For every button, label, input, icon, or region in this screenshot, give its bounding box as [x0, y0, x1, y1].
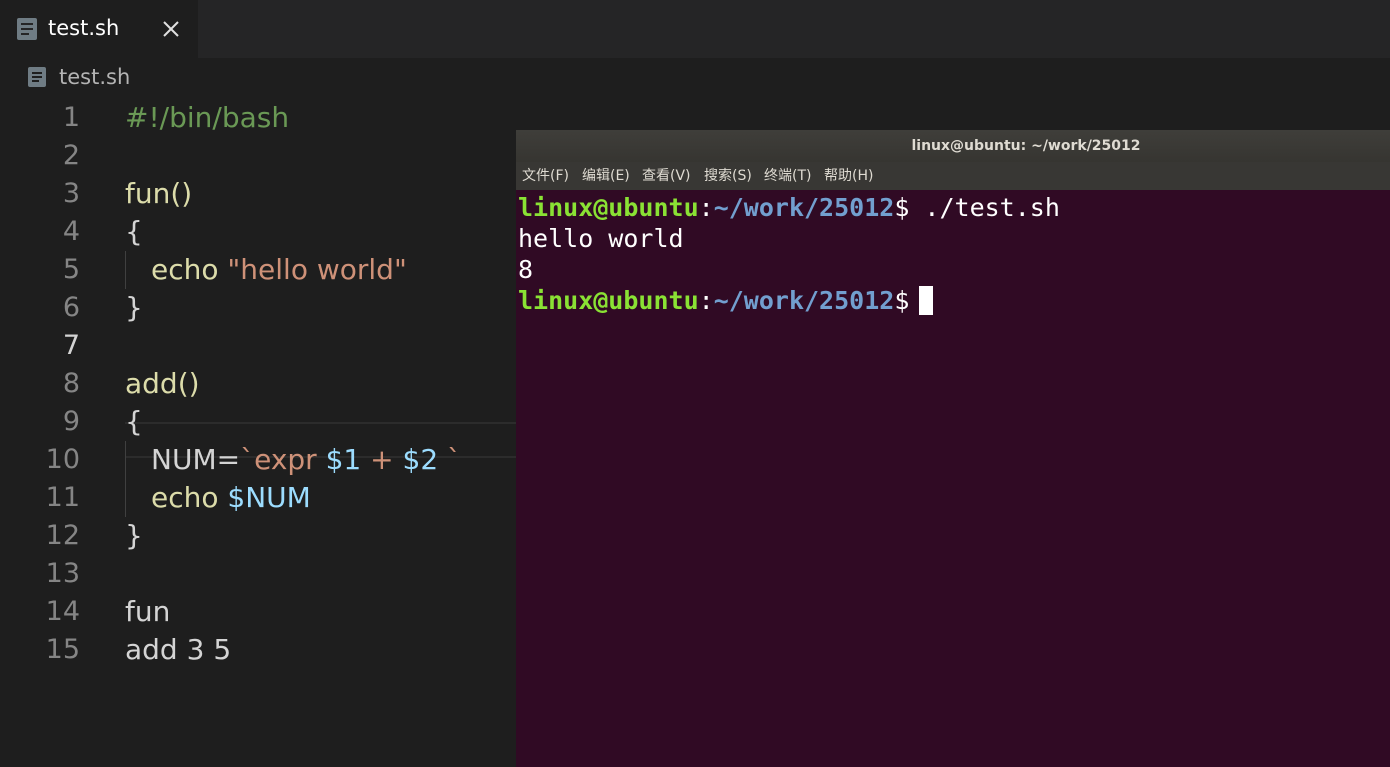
terminal-cursor: [919, 286, 934, 315]
breadcrumb-label[interactable]: test.sh: [59, 63, 130, 91]
prompt-line: linux@ubuntu:~/work/25012$: [518, 285, 934, 316]
code-line-6: }: [125, 289, 143, 327]
output-line: 8: [518, 255, 534, 284]
prompt-separator: :: [698, 193, 714, 222]
line-number: 6: [62, 292, 80, 323]
shebang-comment: #!/bin/bash: [125, 101, 290, 134]
prompt-user: linux@ubuntu: [518, 286, 699, 315]
prompt-line: linux@ubuntu:~/work/25012$ ./test.sh: [518, 192, 1060, 223]
code-line-3: fun(): [125, 175, 192, 213]
brace: }: [125, 519, 143, 552]
line-number: 9: [62, 406, 80, 437]
terminal-window[interactable]: linux@ubuntu: ~/work/25012 文件(F) 编辑(E) 查…: [516, 130, 1390, 767]
menu-terminal[interactable]: 终端(T): [764, 166, 811, 186]
prompt-path: ~/work/25012: [713, 193, 895, 222]
variable: $NUM: [227, 481, 311, 514]
line-number: 2: [62, 140, 80, 171]
close-icon[interactable]: [158, 16, 184, 42]
keyword: echo: [151, 481, 219, 514]
function-name: fun(): [125, 177, 193, 210]
line-number: 8: [62, 368, 80, 399]
code-line-9: {: [125, 403, 143, 441]
variable: $1: [325, 443, 362, 476]
terminal-title: linux@ubuntu: ~/work/25012: [911, 138, 1141, 154]
brace: }: [125, 291, 143, 324]
command: expr: [254, 443, 317, 476]
terminal-menubar: 文件(F) 编辑(E) 查看(V) 搜索(S) 终端(T) 帮助(H): [516, 162, 1390, 190]
line-number: 12: [45, 520, 80, 551]
code-line-14: fun: [125, 593, 170, 631]
operator: +: [370, 443, 394, 476]
prompt-user: linux@ubuntu: [518, 193, 699, 222]
menu-view[interactable]: 查看(V): [642, 166, 691, 186]
line-number: 4: [62, 216, 80, 247]
code-line-10: NUM=`expr $1 + $2 `: [151, 441, 461, 479]
indent-guide: [125, 251, 126, 289]
line-number: 13: [45, 558, 80, 589]
line-number: 5: [62, 254, 80, 285]
keyword: echo: [151, 253, 219, 286]
menu-help[interactable]: 帮助(H): [824, 166, 873, 186]
prompt-separator: :: [698, 286, 714, 315]
string-literal: "hello world": [227, 253, 407, 286]
line-number-active: 7: [62, 330, 80, 361]
menu-file[interactable]: 文件(F): [522, 166, 569, 186]
prompt-symbol: $: [894, 193, 910, 222]
variable: $2: [402, 443, 439, 476]
line-number: 1: [62, 102, 80, 133]
indent-guide: [125, 441, 126, 517]
line-number: 11: [45, 482, 80, 513]
file-lines-icon: [28, 67, 46, 87]
tab-test-sh[interactable]: test.sh: [0, 0, 198, 58]
brace: {: [125, 215, 143, 248]
code-line-5: echo "hello world": [151, 251, 407, 289]
code-line-11: echo $NUM: [151, 479, 311, 517]
menu-edit[interactable]: 编辑(E): [582, 166, 630, 186]
backtick: `: [240, 443, 255, 476]
line-number: 15: [45, 634, 80, 665]
operator: =: [216, 443, 241, 476]
line-number: 14: [45, 596, 80, 627]
tab-bar: test.sh: [0, 0, 1390, 58]
terminal-body[interactable]: linux@ubuntu:~/work/25012$ ./test.sh hel…: [516, 190, 1390, 767]
code-line-12: }: [125, 517, 143, 555]
function-call: add 3 5: [125, 633, 232, 666]
command-text: ./test.sh: [909, 193, 1060, 222]
terminal-titlebar[interactable]: linux@ubuntu: ~/work/25012: [516, 130, 1390, 162]
backtick: `: [447, 443, 462, 476]
breadcrumb: test.sh: [0, 58, 1390, 96]
tab-label: test.sh: [48, 16, 120, 40]
code-line-8: add(): [125, 365, 200, 403]
line-number: 3: [62, 178, 80, 209]
code-line-15: add 3 5: [125, 631, 231, 669]
code-line-4: {: [125, 213, 143, 251]
function-name: add(): [125, 367, 200, 400]
variable-name: NUM: [151, 443, 217, 476]
prompt-path: ~/work/25012: [713, 286, 895, 315]
line-number: 10: [45, 444, 80, 475]
function-call: fun: [125, 595, 171, 628]
file-lines-icon: [17, 18, 37, 40]
code-line-1: #!/bin/bash: [125, 99, 289, 137]
brace: {: [125, 405, 143, 438]
output-line: hello world: [518, 224, 684, 253]
prompt-symbol: $: [894, 286, 910, 315]
menu-search[interactable]: 搜索(S): [704, 166, 752, 186]
